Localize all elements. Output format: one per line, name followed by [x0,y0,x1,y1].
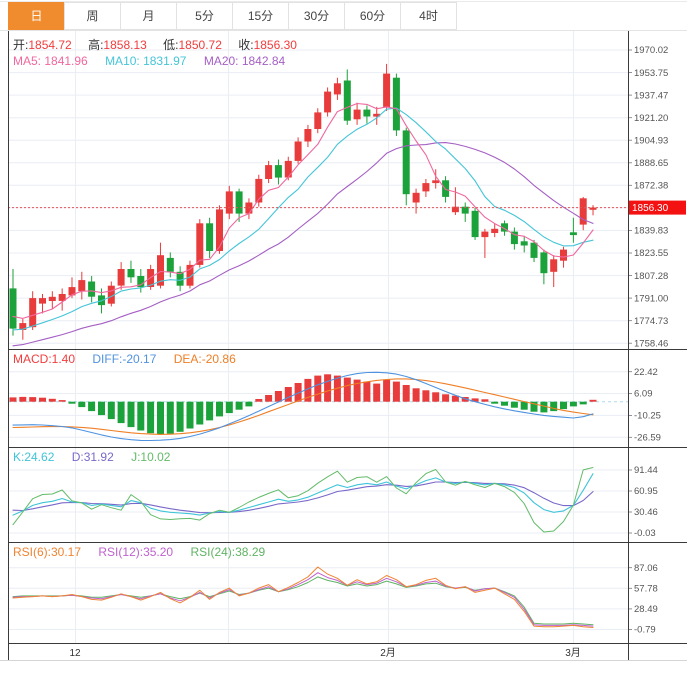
svg-text:6.09: 6.09 [634,389,653,400]
close-label: 收: [238,38,254,52]
svg-text:1970.02: 1970.02 [634,45,668,56]
stock-chart-app: 日 周 月 5分 15分 30分 60分 4时 1970.02 1953.75 19… [0,0,687,675]
rsi12-value: RSI(12):35.20 [98,545,174,559]
tab-daily[interactable]: 日 [8,2,65,30]
tab-15min[interactable]: 15分 [232,2,289,30]
svg-text:1791.00: 1791.00 [634,293,668,304]
svg-text:1904.93: 1904.93 [634,135,668,146]
kdj-legend: K:24.62 D:31.92 J:10.02 [13,450,184,464]
svg-text:-26.59: -26.59 [634,433,661,444]
rsi6-value: RSI(6):30.17 [13,545,82,559]
svg-text:-0.79: -0.79 [634,625,656,636]
ma5-value: MA5: 1841.96 [13,54,88,68]
svg-text:1888.65: 1888.65 [634,158,668,169]
svg-text:60.95: 60.95 [634,486,658,497]
svg-text:1839.83: 1839.83 [634,226,668,237]
high-label: 高: [88,38,104,52]
d-value: D:31.92 [71,450,114,464]
svg-text:1758.46: 1758.46 [634,338,668,349]
tab-5min[interactable]: 5分 [176,2,233,30]
tab-4hour[interactable]: 4时 [400,2,457,30]
open-value: 1854.72 [28,38,72,52]
ohlc-legend: 开:1854.72 高:1858.13 低:1850.72 收:1856.30 [13,36,310,53]
tab-weekly[interactable]: 周 [64,2,121,30]
svg-text:3月: 3月 [565,647,581,659]
svg-text:-10.25: -10.25 [634,411,661,422]
svg-text:1937.47: 1937.47 [634,90,668,101]
svg-text:87.06: 87.06 [634,563,658,574]
dea-value: DEA:-20.86 [173,352,236,366]
svg-text:30.46: 30.46 [634,507,658,518]
macd-legend: MACD:1.40 DIFF:-20.17 DEA:-20.86 [13,352,250,366]
svg-text:1921.20: 1921.20 [634,113,668,124]
svg-text:1953.75: 1953.75 [634,68,668,79]
svg-text:12: 12 [69,648,81,659]
chart-canvas[interactable]: 1970.02 1953.75 1937.47 1921.20 1904.93 1888.… [0,0,687,675]
macd-value: MACD:1.40 [13,352,76,366]
svg-text:1872.38: 1872.38 [634,181,668,192]
tab-30min[interactable]: 30分 [288,2,345,30]
timeframe-tabbar: 日 周 月 5分 15分 30分 60分 4时 [8,2,457,30]
ma20-value: MA20: 1842.84 [203,54,286,68]
high-value: 1858.13 [103,38,147,52]
tab-60min[interactable]: 60分 [344,2,401,30]
k-value: K:24.62 [13,450,55,464]
svg-text:1856.30: 1856.30 [632,203,669,214]
ma10-value: MA10: 1831.97 [105,54,187,68]
svg-text:1823.55: 1823.55 [634,248,668,259]
svg-text:1807.28: 1807.28 [634,271,668,282]
diff-value: DIFF:-20.17 [92,352,157,366]
svg-text:22.42: 22.42 [634,367,658,378]
svg-text:-0.03: -0.03 [634,528,656,539]
rsi24-value: RSI(24):38.29 [190,545,266,559]
open-label: 开: [13,38,29,52]
svg-text:57.78: 57.78 [634,584,658,595]
j-value: J:10.02 [131,450,171,464]
low-label: 低: [163,38,179,52]
rsi-legend: RSI(6):30.17 RSI(12):35.20 RSI(24):38.29 [13,545,279,559]
low-value: 1850.72 [178,38,222,52]
ma-legend: MA5: 1841.96 MA10: 1831.97 MA20: 1842.84 [13,54,299,68]
svg-text:1774.73: 1774.73 [634,316,668,327]
svg-text:91.44: 91.44 [634,465,658,476]
svg-text:2月: 2月 [380,647,396,659]
close-value: 1856.30 [253,38,297,52]
svg-text:28.49: 28.49 [634,604,658,615]
tab-monthly[interactable]: 月 [120,2,177,30]
